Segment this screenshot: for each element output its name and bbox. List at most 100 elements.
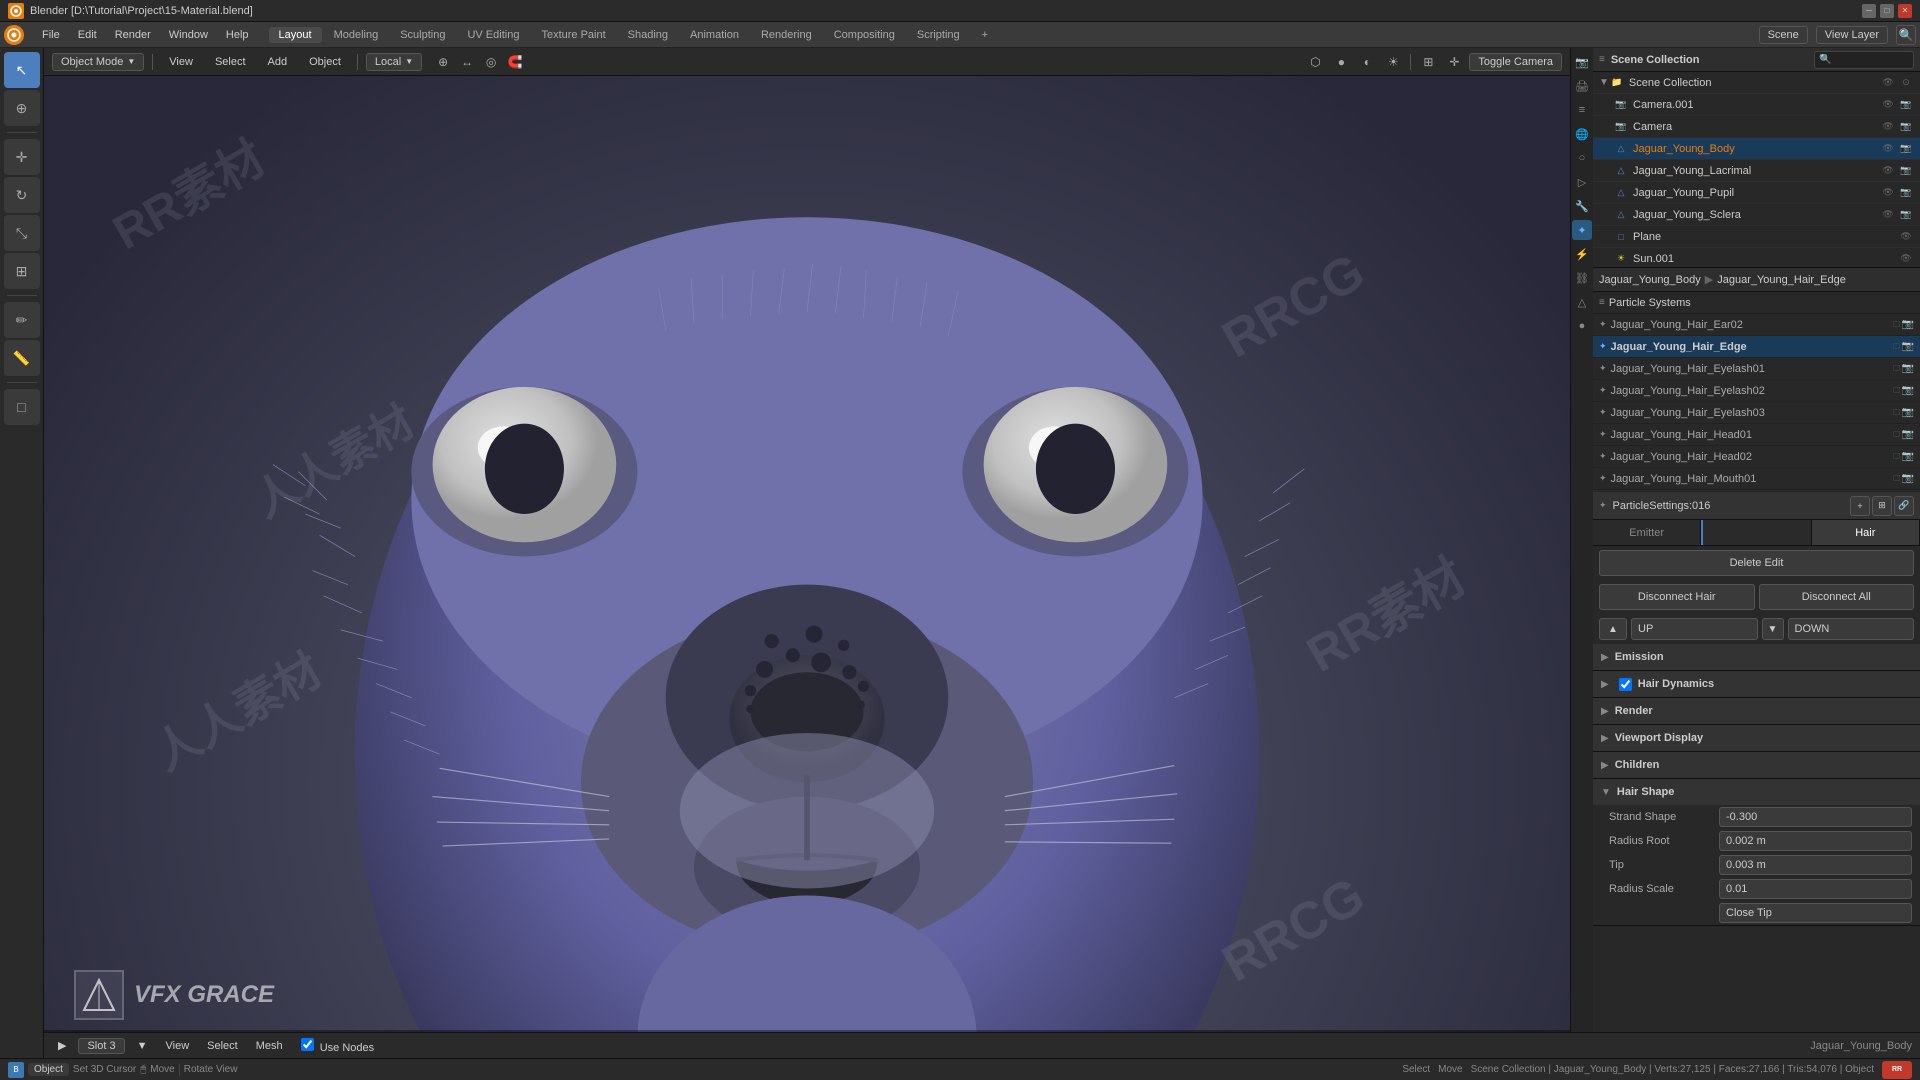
eye-icon-4[interactable]: 👁 — [1880, 163, 1896, 179]
disconnect-all-button[interactable]: Disconnect All — [1759, 584, 1915, 610]
ps-cam-eyelash03[interactable]: 📷 — [1902, 407, 1914, 418]
ps-eye-mouth01[interactable]: □ — [1894, 473, 1900, 484]
down-select[interactable]: DOWN — [1788, 618, 1915, 640]
ps-row-ear02[interactable]: ✦ Jaguar_Young_Hair_Ear02 □ 📷 — [1593, 314, 1920, 336]
outliner-jaguar-body[interactable]: △ Jaguar_Young_Body 👁 📷 — [1593, 138, 1920, 160]
ps-row-eyelash02[interactable]: ✦ Jaguar_Young_Hair_Eyelash02 □ 📷 — [1593, 380, 1920, 402]
bt-mesh[interactable]: Mesh — [250, 1038, 289, 1054]
menu-file[interactable]: File — [34, 27, 68, 43]
eye-icon-6[interactable]: 👁 — [1880, 207, 1896, 223]
header-add[interactable]: Add — [260, 54, 296, 70]
gizmo-icon[interactable]: ✛ — [1443, 51, 1465, 73]
restrict-render-icon-3[interactable]: 📷 — [1898, 141, 1914, 157]
rrcg-icon[interactable]: RR — [1882, 1061, 1912, 1079]
annotate-tool-button[interactable]: ✏ — [4, 302, 40, 338]
rotate-tool-button[interactable]: ↻ — [4, 177, 40, 213]
ps-cam-eyelash01[interactable]: 📷 — [1902, 363, 1914, 374]
hair-dynamics-checkbox[interactable] — [1619, 678, 1632, 691]
ps-row-mouth01[interactable]: ✦ Jaguar_Young_Hair_Mouth01 □ 📷 — [1593, 468, 1920, 490]
proportional-icon[interactable]: ◎ — [480, 51, 502, 73]
scene-collection-row[interactable]: ▼ 📁 Scene Collection 👁 ⊙ — [1593, 72, 1920, 94]
direction-dropdown[interactable]: UP — [1631, 618, 1758, 640]
workspace-scripting[interactable]: Scripting — [907, 27, 970, 43]
close-button[interactable]: ✕ — [1898, 4, 1912, 18]
middle-tab[interactable] — [1701, 520, 1811, 545]
hair-tab[interactable]: Hair — [1812, 520, 1920, 545]
modifier-props-icon[interactable]: 🔧 — [1572, 196, 1592, 216]
ps-eye-eyelash03[interactable]: □ — [1894, 407, 1900, 418]
ps-cam-eyelash02[interactable]: 📷 — [1902, 385, 1914, 396]
slot-label[interactable]: Slot 3 — [78, 1038, 124, 1054]
outliner-jaguar-sclera[interactable]: △ Jaguar_Young_Sclera 👁 📷 — [1593, 204, 1920, 226]
outliner-plane[interactable]: □ Plane 👁 — [1593, 226, 1920, 248]
ps-cam-head02[interactable]: 📷 — [1902, 451, 1914, 462]
viewport-display-header[interactable]: ▶ Viewport Display — [1593, 725, 1920, 751]
workspace-compositing[interactable]: Compositing — [824, 27, 905, 43]
workspace-add[interactable]: + — [972, 27, 998, 43]
outliner-camera001[interactable]: 📷 Camera.001 👁 📷 — [1593, 94, 1920, 116]
output-props-icon[interactable]: 🖨 — [1572, 76, 1592, 96]
overlay-icon[interactable]: ⊞ — [1417, 51, 1439, 73]
use-nodes-checkbox[interactable] — [301, 1038, 314, 1051]
outliner-sun001[interactable]: ☀ Sun.001 👁 — [1593, 248, 1920, 268]
delete-edit-button[interactable]: Delete Edit — [1599, 550, 1914, 576]
eye-icon[interactable]: 👁 — [1880, 97, 1896, 113]
header-view[interactable]: View — [161, 54, 201, 70]
material-icon[interactable]: ◐ — [1356, 51, 1378, 73]
children-header[interactable]: ▶ Children — [1593, 752, 1920, 778]
outliner-jaguar-lacrimal[interactable]: △ Jaguar_Young_Lacrimal 👁 📷 — [1593, 160, 1920, 182]
eye-icon-3[interactable]: 👁 — [1880, 141, 1896, 157]
ps-eye-edge[interactable]: □ — [1894, 341, 1900, 352]
scene-selector[interactable]: Scene — [1759, 26, 1808, 44]
constraints-props-icon[interactable]: ⛓ — [1572, 268, 1592, 288]
bt-usenodes[interactable]: Use Nodes — [295, 1036, 380, 1056]
wireframe-icon[interactable]: ⬡ — [1304, 51, 1326, 73]
outliner-camera[interactable]: 📷 Camera 👁 📷 — [1593, 116, 1920, 138]
header-select[interactable]: Select — [207, 54, 254, 70]
ps-row-head01[interactable]: ✦ Jaguar_Young_Hair_Head01 □ 📷 — [1593, 424, 1920, 446]
restrict-render-icon-6[interactable]: 📷 — [1898, 207, 1914, 223]
ps-eye-eyelash02[interactable]: □ — [1894, 385, 1900, 396]
eye-icon-2[interactable]: 👁 — [1880, 119, 1896, 135]
ps-eye-eyelash01[interactable]: □ — [1894, 363, 1900, 374]
bt-view-2[interactable]: View — [160, 1038, 196, 1054]
workspace-animation[interactable]: Animation — [680, 27, 749, 43]
ps-cam-head01[interactable]: 📷 — [1902, 429, 1914, 440]
rendered-icon[interactable]: ☀ — [1382, 51, 1404, 73]
scene-props-icon[interactable]: 🌐 — [1572, 124, 1592, 144]
direction-arrow-dropdown[interactable]: ▼ — [1762, 618, 1784, 640]
up-arrow-button[interactable]: ▲ — [1599, 618, 1627, 640]
bt-select[interactable]: Select — [201, 1038, 244, 1054]
emission-header[interactable]: ▶ Emission — [1593, 644, 1920, 670]
workspace-shading[interactable]: Shading — [618, 27, 678, 43]
restrict-render-icon-5[interactable]: 📷 — [1898, 185, 1914, 201]
snap-icon[interactable]: 🧲 — [504, 51, 526, 73]
restrict-render-icon-4[interactable]: 📷 — [1898, 163, 1914, 179]
local-dropdown[interactable]: Local ▼ — [366, 53, 422, 71]
menu-edit[interactable]: Edit — [70, 27, 105, 43]
ps-eye-ear02[interactable]: □ — [1894, 319, 1900, 330]
material-props-icon[interactable]: ● — [1572, 316, 1592, 336]
global-icon[interactable]: ⊕ — [432, 51, 454, 73]
radius-scale-value[interactable]: 0.01 — [1719, 879, 1912, 899]
ps-cam-edge[interactable]: 📷 — [1902, 341, 1914, 352]
eye-icon-7[interactable]: 👁 — [1898, 229, 1914, 245]
solid-icon[interactable]: ● — [1330, 51, 1352, 73]
select-tool-button[interactable]: ↖ — [4, 52, 40, 88]
ps-cam-mouth01[interactable]: 📷 — [1902, 473, 1914, 484]
bt-view[interactable]: ▶ — [52, 1037, 72, 1054]
data-props-icon[interactable]: △ — [1572, 292, 1592, 312]
move-tool-button[interactable]: ✛ — [4, 139, 40, 175]
menu-render[interactable]: Render — [107, 27, 159, 43]
close-tip-button[interactable]: Close Tip — [1719, 903, 1912, 923]
search-icon[interactable]: 🔍 — [1896, 25, 1916, 45]
workspace-uv-editing[interactable]: UV Editing — [457, 27, 529, 43]
ps-link-btn[interactable]: 🔗 — [1894, 496, 1914, 516]
ps-copy-btn[interactable]: ⊞ — [1872, 496, 1892, 516]
render-props-icon[interactable]: 📷 — [1572, 52, 1592, 72]
outliner-jaguar-pupil[interactable]: △ Jaguar_Young_Pupil 👁 📷 — [1593, 182, 1920, 204]
ps-cam-ear02[interactable]: 📷 — [1902, 319, 1914, 330]
view-layer-props-icon[interactable]: ≡ — [1572, 100, 1592, 120]
maximize-button[interactable]: □ — [1880, 4, 1894, 18]
measure-tool-button[interactable]: 📏 — [4, 340, 40, 376]
